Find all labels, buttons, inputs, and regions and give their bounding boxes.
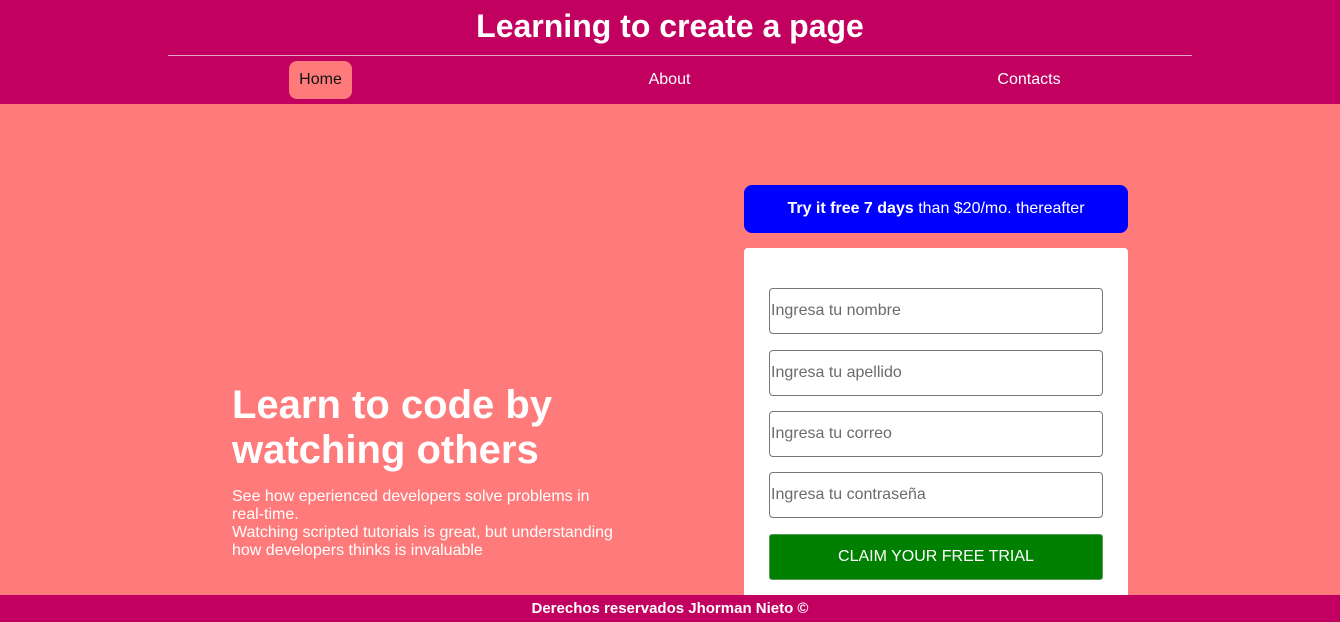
- password-input[interactable]: [769, 472, 1103, 518]
- first-name-input[interactable]: [769, 288, 1103, 334]
- site-footer: Derechos reservados Jhorman Nieto ©: [0, 595, 1340, 622]
- nav-contacts[interactable]: Contacts: [989, 61, 1069, 99]
- nav-home[interactable]: Home: [289, 61, 352, 99]
- nav-about[interactable]: About: [638, 61, 701, 99]
- promo-bold-text: Try it free 7 days: [787, 200, 914, 217]
- header-divider: [168, 55, 1192, 56]
- hero-description-line: Watching scripted tutorials is great, bu…: [232, 524, 613, 559]
- site-header: Learning to create a page Home About Con…: [0, 0, 1340, 104]
- promo-text: than $20/mo. thereafter: [913, 200, 1085, 217]
- claim-trial-button[interactable]: Claim your free trial: [769, 534, 1103, 580]
- email-input[interactable]: [769, 411, 1103, 457]
- hero-description: See how eperienced developers solve prob…: [232, 488, 622, 560]
- site-title: Learning to create a page: [476, 8, 864, 44]
- hero-title: Learn to code by watching others: [232, 383, 553, 472]
- signup-form: Claim your free trial: [744, 248, 1128, 622]
- last-name-input[interactable]: [769, 350, 1103, 396]
- promo-banner: Try it free 7 days than $20/mo. thereaft…: [744, 185, 1128, 233]
- hero-description-line: See how eperienced developers solve prob…: [232, 488, 590, 523]
